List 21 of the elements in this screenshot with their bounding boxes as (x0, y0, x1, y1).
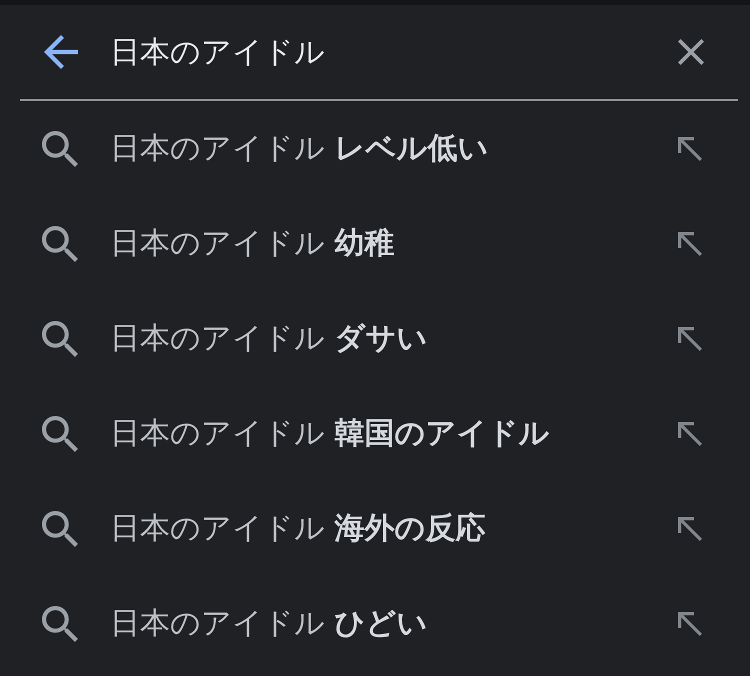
search-icon (42, 320, 78, 356)
arrow-up-left-icon[interactable] (678, 136, 702, 160)
arrow-up-left-icon[interactable] (678, 232, 702, 256)
search-icon (42, 226, 78, 262)
suggestion-text[interactable]: 日本のアイドル 幼稚 (110, 223, 395, 264)
back-arrow-icon[interactable] (44, 35, 78, 69)
suggestion-text[interactable]: 日本のアイドル ダサい (110, 318, 428, 359)
arrow-up-left-icon[interactable] (678, 326, 702, 350)
search-icon (42, 416, 78, 452)
arrow-up-left-icon[interactable] (678, 422, 702, 446)
suggestion-text[interactable]: 日本のアイドル レベル低い (110, 128, 489, 169)
close-icon[interactable] (678, 39, 704, 65)
search-icon (42, 130, 78, 166)
arrow-up-left-icon[interactable] (678, 612, 702, 636)
search-icon (42, 510, 78, 546)
suggestion-text[interactable]: 日本のアイドル 韓国のアイドル (110, 413, 550, 454)
search-field[interactable]: 日本のアイドル (110, 30, 658, 74)
search-icon (42, 606, 78, 642)
arrow-up-left-icon[interactable] (678, 516, 702, 540)
suggestion-text[interactable]: 日本のアイドル 海外の反応 (110, 508, 486, 549)
suggestion-text[interactable]: 日本のアイドル ひどい (110, 603, 428, 644)
